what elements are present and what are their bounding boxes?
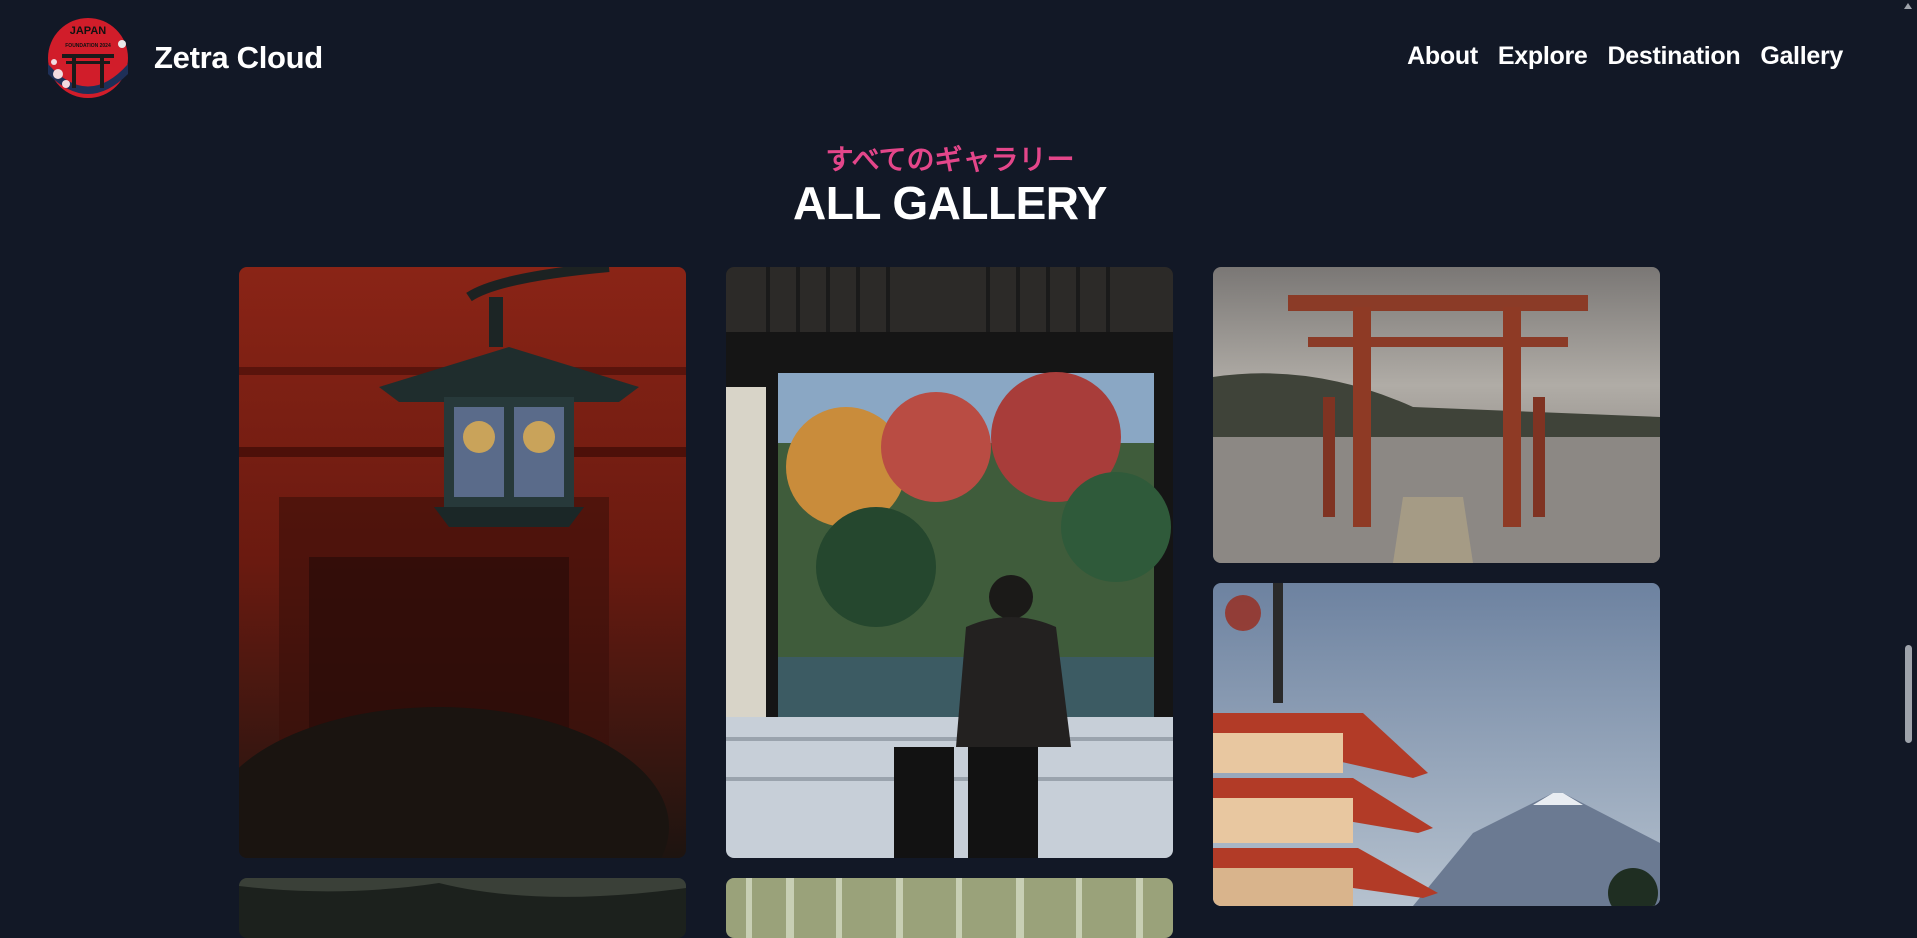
- dark-foliage-photo[interactable]: [239, 878, 686, 938]
- scroll-up-arrow-icon[interactable]: [1904, 3, 1912, 9]
- red-lantern-torii-photo[interactable]: [239, 267, 686, 858]
- nav-gallery-link[interactable]: Gallery: [1760, 42, 1843, 71]
- gallery-subtitle: すべてのギャラリー: [825, 143, 1075, 176]
- gallery-title: ALL GALLERY: [793, 177, 1107, 229]
- svg-text:FOUNDATION 2024: FOUNDATION 2024: [65, 43, 111, 49]
- page-scrollbar[interactable]: [1900, 0, 1917, 906]
- japan-foundation-logo[interactable]: JAPAN FOUNDATION 2024: [44, 14, 132, 102]
- pagoda-mount-fuji-photo[interactable]: [1213, 583, 1660, 906]
- brand-name[interactable]: Zetra Cloud: [154, 40, 323, 76]
- bamboo-forest-photo[interactable]: [726, 878, 1173, 938]
- nav-explore-link[interactable]: Explore: [1498, 42, 1588, 71]
- svg-text:JAPAN: JAPAN: [70, 25, 107, 37]
- scrollbar-thumb[interactable]: [1905, 645, 1912, 743]
- site-header: JAPAN FOUNDATION 2024 Zetra Cloud About …: [0, 0, 1900, 116]
- main-nav: About Explore Destination Gallery: [1407, 42, 1843, 71]
- lake-torii-gate-photo[interactable]: [1213, 267, 1660, 563]
- nav-destination-link[interactable]: Destination: [1607, 42, 1740, 71]
- temple-garden-view-photo[interactable]: [726, 267, 1173, 858]
- nav-about-link[interactable]: About: [1407, 42, 1478, 71]
